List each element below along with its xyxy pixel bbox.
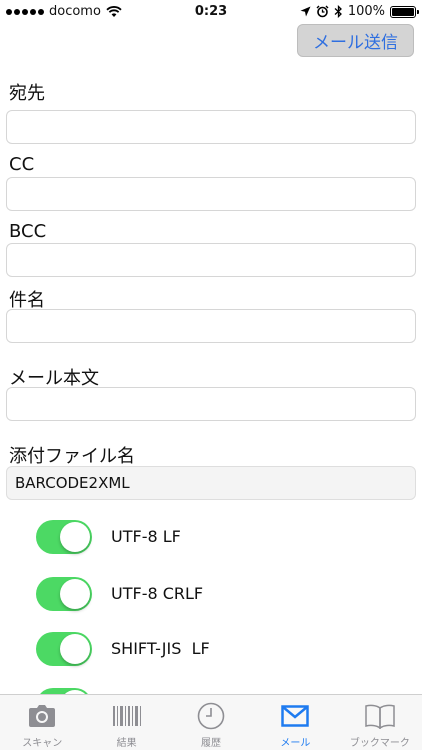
cc-field[interactable] <box>6 177 416 211</box>
location-arrow-icon <box>300 6 311 17</box>
utf8-crlf-label: UTF-8 CRLF <box>111 584 204 603</box>
switch-knob <box>60 634 90 664</box>
utf8-lf-label: UTF-8 LF <box>111 527 181 546</box>
battery-icon <box>390 5 419 18</box>
subject-field[interactable] <box>6 309 416 343</box>
tab-scan-label: スキャン <box>22 738 63 749</box>
to-field[interactable] <box>6 110 416 144</box>
tab-bookmark-label: ブックマーク <box>349 738 410 749</box>
sjis-lf-switch[interactable] <box>36 632 92 666</box>
toggle-row-utf8-crlf: UTF-8 CRLF <box>36 577 396 613</box>
bcc-field[interactable] <box>6 243 416 277</box>
camera-icon <box>29 705 56 727</box>
tab-results[interactable]: 結果 <box>84 695 168 750</box>
tab-results-label: 結果 <box>116 738 137 749</box>
attachment-name-field[interactable] <box>6 466 416 500</box>
bcc-label: BCC <box>9 221 47 242</box>
cc-label: CC <box>9 154 35 175</box>
mail-icon <box>281 705 310 727</box>
tab-mail-label: メール <box>280 738 311 749</box>
tab-bar: スキャン 結果 履歴 メール ブックマーク <box>0 694 422 750</box>
utf8-crlf-switch[interactable] <box>36 577 92 611</box>
alarm-icon <box>316 5 329 18</box>
switch-knob <box>60 522 90 552</box>
barcode-icon <box>112 706 141 726</box>
tab-scan[interactable]: スキャン <box>0 695 84 750</box>
switch-knob <box>60 579 90 609</box>
tab-bookmark[interactable]: ブックマーク <box>338 695 422 750</box>
toggle-row-utf8-lf: UTF-8 LF <box>36 520 396 556</box>
status-bar: docomo 0:23 100% <box>0 0 422 24</box>
to-label: 宛先 <box>9 83 45 104</box>
tab-history[interactable]: 履歴 <box>169 695 253 750</box>
send-mail-button[interactable]: メール送信 <box>297 24 414 57</box>
clock-icon <box>197 702 225 730</box>
utf8-lf-switch[interactable] <box>36 520 92 554</box>
sjis-lf-label: SHIFT-JIS LF <box>111 639 210 658</box>
tab-mail[interactable]: メール <box>253 695 337 750</box>
book-icon <box>365 704 395 729</box>
bluetooth-icon <box>334 5 342 18</box>
status-right: 100% <box>300 4 419 19</box>
attachment-label: 添付ファイル名 <box>9 446 135 467</box>
tab-history-label: 履歴 <box>201 738 222 749</box>
body-field[interactable] <box>6 387 416 421</box>
battery-percent: 100% <box>347 4 385 19</box>
toggle-row-sjis-lf: SHIFT-JIS LF <box>36 632 396 668</box>
battery-level <box>392 7 414 16</box>
